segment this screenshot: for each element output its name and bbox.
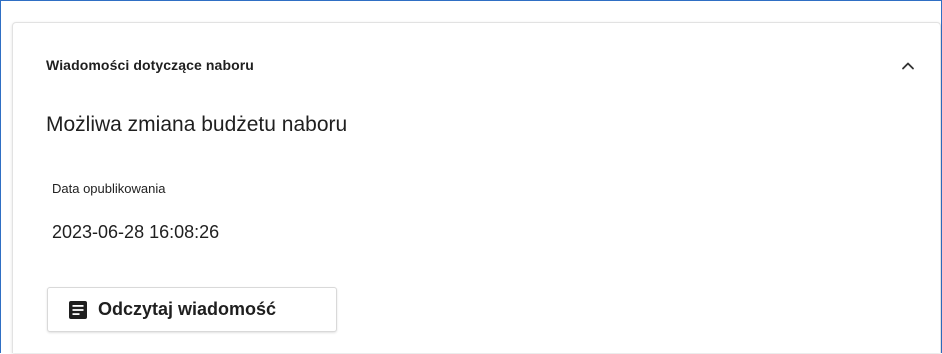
published-date-label: Data opublikowania: [52, 181, 166, 196]
collapse-button[interactable]: [892, 49, 924, 81]
article-icon: [68, 300, 88, 320]
message-title: Możliwa zmiana budżetu naboru: [46, 113, 348, 136]
panel-header[interactable]: Wiadomości dotyczące naboru: [13, 23, 940, 107]
read-message-label: Odczytaj wiadomość: [98, 299, 277, 319]
chevron-up-icon: [901, 61, 915, 70]
published-date-value: 2023-06-28 16:08:26: [52, 222, 220, 242]
window-frame: Wiadomości dotyczące naboru Możliwa zmia…: [0, 0, 942, 353]
messages-panel: Wiadomości dotyczące naboru Możliwa zmia…: [12, 22, 941, 353]
read-message-button[interactable]: Odczytaj wiadomość: [47, 287, 337, 332]
panel-title: Wiadomości dotyczące naboru: [46, 57, 254, 73]
